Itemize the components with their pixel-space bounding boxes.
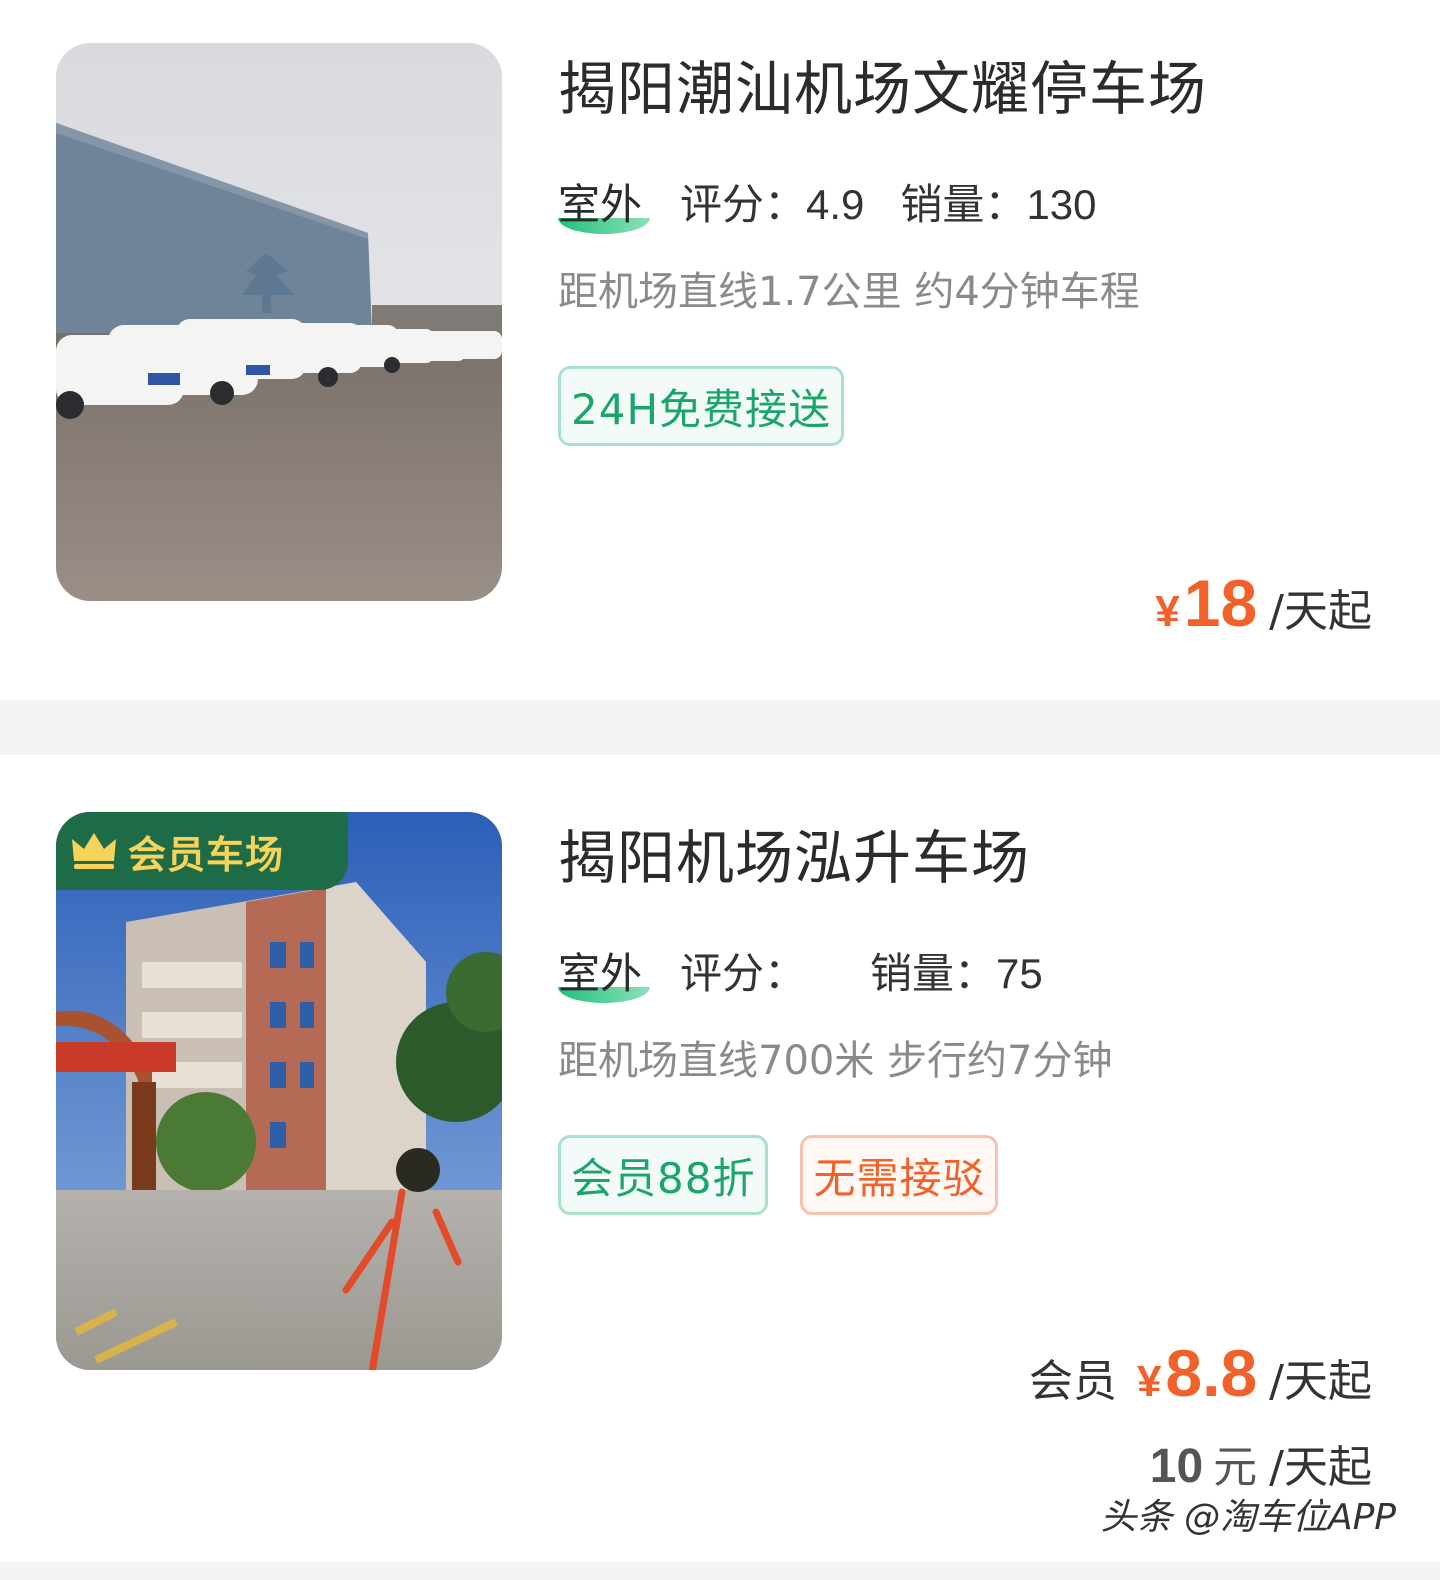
distance-text: 距机场直线700米 步行约7分钟 xyxy=(558,1038,1113,1084)
price-value: 18 xyxy=(1183,566,1258,640)
rating-label: 评分： xyxy=(680,949,807,998)
rating-label: 评分： xyxy=(680,180,807,229)
currency-symbol: ¥ xyxy=(1155,587,1180,636)
regular-price-value: 10 xyxy=(1149,1440,1204,1493)
watermark-text: 头条 @淘车位APP xyxy=(1100,1497,1397,1538)
parking-lot-card[interactable]: 揭阳潮汕机场文耀停车场 室外 评分： 4.9 销量： 130 距机场直线1.7公… xyxy=(0,0,1440,700)
parking-lot-photo[interactable] xyxy=(56,43,502,601)
rating-value: 4.9 xyxy=(806,181,865,228)
regular-price-currency: 元 xyxy=(1213,1442,1258,1493)
parking-lot-title[interactable]: 揭阳机场泓升车场 xyxy=(558,829,1030,887)
parking-lot-title[interactable]: 揭阳潮汕机场文耀停车场 xyxy=(558,60,1207,118)
regular-price: 10 元 /天起 xyxy=(1150,1443,1372,1491)
parking-lot-card[interactable]: 会员车场 揭阳机场泓升车场 室外 评分： 销量： 75 距机场直线700米 步行… xyxy=(0,755,1440,1580)
member-price: 会员 ¥ 8.8 /天起 xyxy=(1029,1340,1372,1406)
price-value: 8.8 xyxy=(1165,1336,1258,1410)
sales-value: 130 xyxy=(1026,181,1097,228)
sales-label: 销量： xyxy=(870,949,997,998)
shuttle-tag: 24H免费接送 xyxy=(558,366,845,446)
regular-price-unit: /天起 xyxy=(1269,1442,1372,1493)
parking-lot-meta: 室外 评分： 4.9 销量： 130 xyxy=(558,180,1097,234)
parking-lot-photo[interactable]: 会员车场 xyxy=(56,812,502,1370)
environment-label: 室外 xyxy=(558,180,651,234)
crown-icon xyxy=(72,833,116,869)
member-lot-badge: 会员车场 xyxy=(56,812,348,890)
price: ¥ 18 /天起 xyxy=(1155,570,1372,636)
sales-value: 75 xyxy=(996,950,1043,997)
environment-label: 室外 xyxy=(558,949,651,1003)
currency-symbol: ¥ xyxy=(1136,1357,1162,1406)
price-unit: /天起 xyxy=(1269,586,1372,637)
no-shuttle-tag: 无需接驳 xyxy=(800,1135,999,1215)
parking-lot-meta: 室外 评分： 销量： 75 xyxy=(558,949,1043,1003)
price-unit: /天起 xyxy=(1269,1356,1372,1407)
card-divider xyxy=(0,1562,1440,1580)
parking-lot-photo-image xyxy=(56,43,502,601)
member-discount-tag: 会员88折 xyxy=(558,1135,769,1215)
sales-label: 销量： xyxy=(900,180,1027,229)
tag-list: 会员88折 无需接驳 xyxy=(558,1135,999,1215)
member-price-label: 会员 xyxy=(1028,1356,1117,1407)
member-lot-badge-label: 会员车场 xyxy=(128,832,285,877)
parking-lot-photo-image xyxy=(56,812,502,1370)
distance-text: 距机场直线1.7公里 约4分钟车程 xyxy=(558,269,1140,315)
tag-list: 24H免费接送 xyxy=(558,366,845,446)
card-divider xyxy=(0,700,1440,755)
